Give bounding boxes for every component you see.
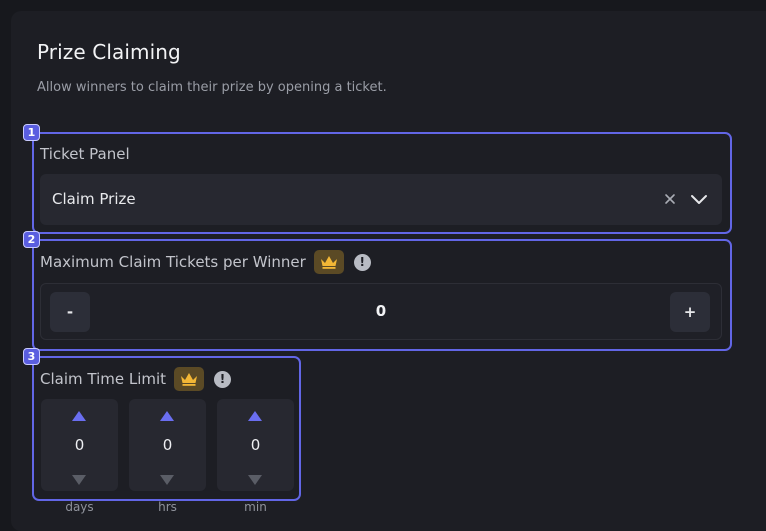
decrease-minutes-arrow-icon[interactable]: [247, 471, 263, 485]
ticket-panel-label: Ticket Panel: [40, 145, 130, 163]
minutes-value[interactable]: 0: [217, 436, 294, 454]
minutes-picker[interactable]: 0: [217, 399, 294, 491]
crown-icon: [174, 367, 205, 391]
increment-button[interactable]: +: [670, 292, 710, 332]
increase-hours-arrow-icon[interactable]: [159, 407, 175, 421]
max-claim-label-text: Maximum Claim Tickets per Winner: [40, 253, 306, 271]
days-picker[interactable]: 0: [41, 399, 118, 491]
info-icon[interactable]: !: [214, 370, 232, 388]
hours-value[interactable]: 0: [129, 436, 206, 454]
step-badge-3: 3: [23, 348, 40, 365]
time-limit-label: Claim Time Limit !: [40, 367, 232, 391]
section-title: Prize Claiming: [37, 40, 181, 64]
hours-picker[interactable]: 0: [129, 399, 206, 491]
section-subtitle: Allow winners to claim their prize by op…: [37, 80, 387, 95]
max-claim-stepper[interactable]: - 0 +: [40, 283, 722, 340]
minutes-unit-label: min: [244, 500, 267, 514]
increase-minutes-arrow-icon[interactable]: [247, 407, 263, 421]
step-badge-1: 1: [23, 124, 40, 141]
close-icon[interactable]: [662, 191, 678, 207]
info-icon[interactable]: !: [353, 253, 371, 271]
days-value[interactable]: 0: [41, 436, 118, 454]
days-unit-label: days: [65, 500, 94, 514]
max-claim-label: Maximum Claim Tickets per Winner !: [40, 250, 371, 274]
decrease-hours-arrow-icon[interactable]: [159, 471, 175, 485]
increase-days-arrow-icon[interactable]: [71, 407, 87, 421]
decrease-days-arrow-icon[interactable]: [71, 471, 87, 485]
step-badge-2: 2: [23, 231, 40, 248]
ticket-panel-selected-value: Claim Prize: [52, 190, 136, 208]
time-limit-label-text: Claim Time Limit: [40, 370, 167, 388]
ticket-panel-select[interactable]: Claim Prize: [40, 174, 722, 225]
hours-unit-label: hrs: [158, 500, 177, 514]
chevron-down-icon[interactable]: [688, 188, 710, 210]
crown-icon: [313, 250, 344, 274]
ticket-panel-label-text: Ticket Panel: [40, 145, 130, 163]
max-claim-value[interactable]: 0: [41, 302, 721, 320]
